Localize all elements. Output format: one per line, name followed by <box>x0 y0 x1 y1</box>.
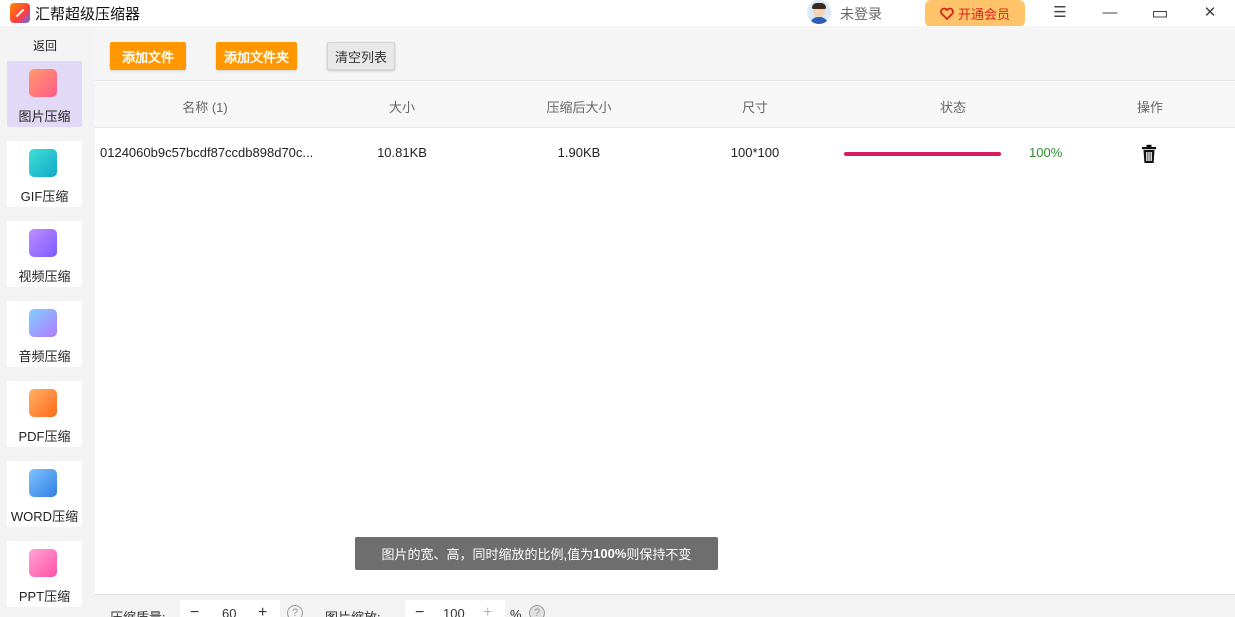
dimensions: 100*100 <box>730 145 780 160</box>
quality-stepper[interactable]: − 60 + <box>180 600 280 617</box>
file-name: 0124060b9c57bcdf87ccdb898d70c... <box>100 145 314 160</box>
add-file-button[interactable]: 添加文件 <box>110 42 186 70</box>
video-icon <box>29 229 57 257</box>
table-header: 名称 (1) 大小 压缩后大小 尺寸 状态 操作 <box>95 82 1235 128</box>
compressed-size: 1.90KB <box>557 145 601 160</box>
gif-icon <box>29 149 57 177</box>
sidebar-item-audio[interactable]: 音频压缩 <box>7 301 82 367</box>
trash-icon[interactable] <box>1141 144 1157 164</box>
tooltip-text: 图片的宽、高，同时缩放的比例,值为 <box>381 547 594 562</box>
scale-label: 图片缩放: <box>325 607 381 617</box>
progress-percent: 100% <box>1029 145 1063 160</box>
sidebar-item-word[interactable]: WORD压缩 <box>7 461 82 527</box>
audio-icon <box>29 309 57 337</box>
help-icon[interactable]: ? <box>529 605 545 617</box>
scale-unit: % <box>510 607 522 617</box>
pdf-icon <box>29 389 57 417</box>
tooltip-bold-text: 100% <box>593 546 627 561</box>
settings-bar: 压缩质量: − 60 + ? 图片缩放: − 100 + % ? <box>95 594 1235 617</box>
plus-icon[interactable]: + <box>483 604 492 617</box>
sidebar: 返回 图片压缩 GIF压缩 视频压缩 音频压缩 PDF压缩 WORD压缩 PPT… <box>0 26 95 617</box>
scale-stepper[interactable]: − 100 + <box>405 600 505 617</box>
progress-bar <box>844 152 1001 156</box>
add-folder-button[interactable]: 添加文件夹 <box>216 42 297 70</box>
ppt-icon <box>29 549 57 577</box>
column-status[interactable]: 状态 <box>923 97 983 116</box>
help-icon[interactable]: ? <box>287 605 303 617</box>
image-icon <box>29 69 57 97</box>
avatar[interactable] <box>807 0 831 24</box>
title-bar: 汇帮超级压缩器 未登录 开通会员 ☰ — ▭ ✕ <box>0 0 1235 27</box>
sidebar-item-label: 音频压缩 <box>18 349 71 364</box>
minimize-icon[interactable]: — <box>1100 4 1120 22</box>
sidebar-item-ppt[interactable]: PPT压缩 <box>7 541 82 607</box>
column-actions: 操作 <box>1136 100 1163 115</box>
sidebar-item-label: PDF压缩 <box>18 429 71 444</box>
column-compressed-size[interactable]: 压缩后大小 <box>539 97 619 116</box>
scale-tooltip: 图片的宽、高，同时缩放的比例,值为 100% 则保持不变 <box>355 537 718 570</box>
sidebar-item-label: 图片压缩 <box>18 109 71 124</box>
scale-value[interactable]: 100 <box>443 606 465 617</box>
toolbar: 添加文件 添加文件夹 清空列表 <box>95 26 1235 81</box>
app-logo-icon <box>10 3 30 23</box>
sidebar-item-pdf[interactable]: PDF压缩 <box>7 381 82 447</box>
minus-icon[interactable]: − <box>190 604 199 617</box>
clear-list-button[interactable]: 清空列表 <box>327 42 395 70</box>
vip-label: 开通会员 <box>957 7 1010 22</box>
sidebar-item-gif[interactable]: GIF压缩 <box>7 141 82 207</box>
menu-icon[interactable]: ☰ <box>1050 4 1070 22</box>
column-name[interactable]: 名称 (1) <box>165 97 245 116</box>
sidebar-item-label: PPT压缩 <box>18 589 71 604</box>
column-size[interactable]: 大小 <box>372 97 432 116</box>
tooltip-text-end: 则保持不变 <box>626 547 692 562</box>
login-status[interactable]: 未登录 <box>840 4 882 24</box>
word-icon <box>29 469 57 497</box>
quality-value[interactable]: 60 <box>222 606 236 617</box>
minus-icon[interactable]: − <box>415 604 424 617</box>
app-title: 汇帮超级压缩器 <box>35 6 141 23</box>
sidebar-item-label: 视频压缩 <box>18 269 71 284</box>
file-size: 10.81KB <box>377 145 427 160</box>
plus-icon[interactable]: + <box>258 604 267 617</box>
column-dimensions[interactable]: 尺寸 <box>725 97 785 116</box>
maximize-icon[interactable]: ▭ <box>1150 4 1170 22</box>
main-panel: 添加文件 添加文件夹 清空列表 名称 (1) 大小 压缩后大小 尺寸 状态 操作… <box>95 26 1235 617</box>
sidebar-item-label: WORD压缩 <box>10 509 79 524</box>
vip-button[interactable]: 开通会员 <box>925 0 1025 27</box>
heart-icon <box>940 7 954 21</box>
sidebar-item-image[interactable]: 图片压缩 <box>7 61 82 127</box>
back-link[interactable]: 返回 <box>0 37 90 54</box>
table-row[interactable]: 0124060b9c57bcdf87ccdb898d70c... 10.81KB… <box>95 129 1235 177</box>
sidebar-item-video[interactable]: 视频压缩 <box>7 221 82 287</box>
close-icon[interactable]: ✕ <box>1200 4 1220 22</box>
sidebar-item-label: GIF压缩 <box>20 189 69 204</box>
quality-label: 压缩质量: <box>110 607 166 617</box>
